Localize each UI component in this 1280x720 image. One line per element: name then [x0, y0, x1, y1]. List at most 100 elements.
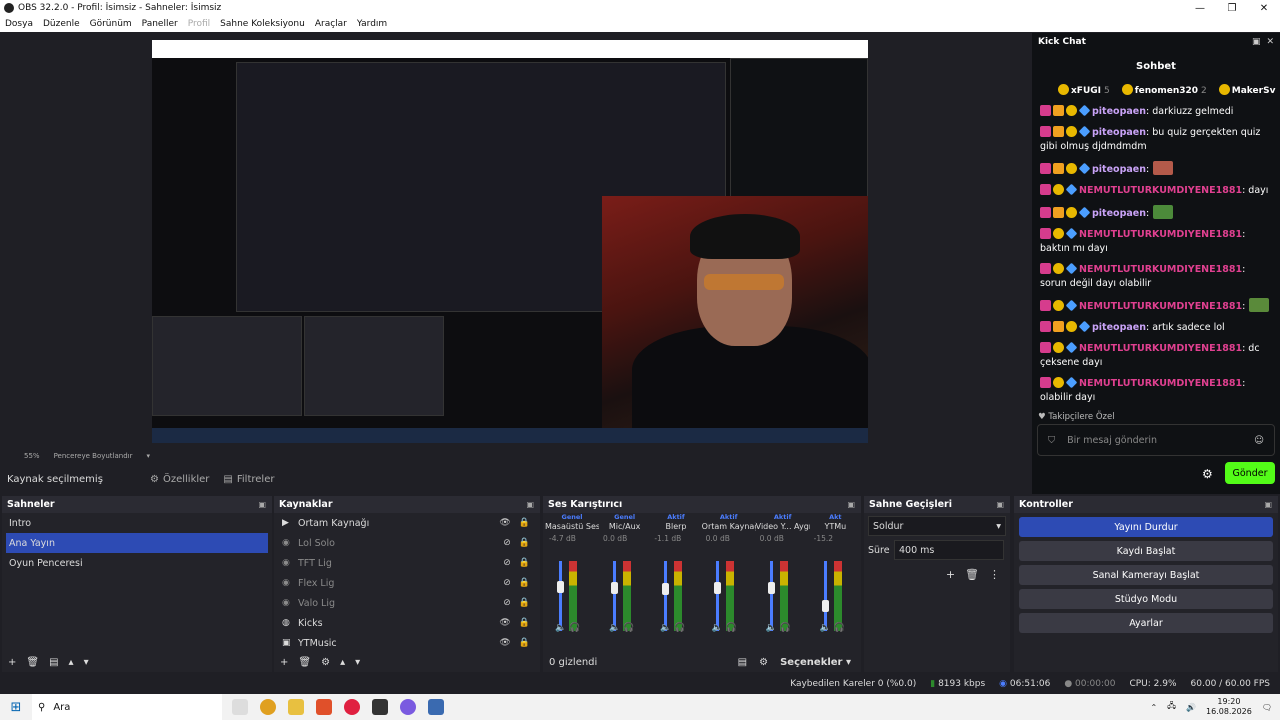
tray-chevron-icon[interactable]: ⌃ — [1150, 703, 1157, 712]
add-icon[interactable]: + — [946, 568, 955, 581]
gear-icon[interactable]: ⚙ — [759, 657, 768, 668]
speaker-icon[interactable]: 🔈 — [820, 623, 831, 633]
trash-icon[interactable]: 🗑 — [965, 568, 979, 581]
chat-username[interactable]: piteopaen — [1092, 208, 1146, 219]
menu-item-2[interactable]: Görünüm — [85, 19, 137, 29]
media-player-icon[interactable] — [344, 699, 360, 715]
down-icon[interactable]: ▾ — [355, 657, 360, 668]
volume-fader[interactable] — [664, 561, 668, 631]
lock-icon[interactable]: 🔒 — [519, 538, 530, 548]
speaker-icon[interactable]: 🔈 — [555, 623, 566, 633]
lock-icon[interactable]: 🔒 — [519, 518, 530, 528]
headphones-icon[interactable]: 🎧 — [620, 623, 634, 633]
minimize-button[interactable]: — — [1184, 3, 1216, 14]
eye-off-icon[interactable]: ⊘ — [503, 578, 511, 588]
volume-fader[interactable] — [769, 561, 773, 631]
headphones-icon[interactable]: 🎧 — [672, 623, 685, 633]
taskbar-search[interactable]: ⚲ Ara — [32, 694, 222, 720]
fader-knob[interactable] — [713, 582, 721, 594]
layout-icon[interactable]: ▤ — [738, 657, 747, 668]
menu-item-6[interactable]: Araçlar — [310, 19, 352, 29]
chrome-icon[interactable] — [260, 699, 276, 715]
add-icon[interactable]: + — [280, 657, 288, 668]
down-icon[interactable]: ▾ — [84, 657, 89, 668]
float-icon[interactable]: ▣ — [996, 500, 1010, 509]
volume-fader[interactable] — [559, 561, 562, 631]
maximize-button[interactable]: ❐ — [1216, 3, 1248, 14]
headphones-icon[interactable]: 🎧 — [566, 623, 580, 633]
source-item[interactable]: ▶ Ortam Kaynağı 👁 🔒 — [274, 513, 540, 533]
windows-start-icon[interactable]: ⊞ — [0, 700, 32, 715]
leaderboard-entry[interactable]: fenomen320 2 — [1121, 84, 1207, 96]
menu-item-5[interactable]: Sahne Koleksiyonu — [215, 19, 310, 29]
scale-mode[interactable]: Pencereye Boyutlandır — [54, 452, 133, 460]
speaker-icon[interactable]: 🔈 — [660, 623, 671, 633]
close-icon[interactable]: ✕ — [1266, 37, 1274, 47]
control-button[interactable]: Stüdyo Modu — [1019, 589, 1273, 609]
eye-off-icon[interactable]: ⊘ — [503, 558, 511, 568]
chat-username[interactable]: NEMUTLUTURKUMDIYENE1881 — [1079, 301, 1242, 312]
speaker-icon[interactable]: 🔈 — [609, 623, 620, 633]
fader-knob[interactable] — [611, 582, 618, 594]
volume-icon[interactable]: 🔊 — [1186, 703, 1196, 712]
chat-username[interactable]: NEMUTLUTURKUMDIYENE1881 — [1079, 185, 1242, 196]
notification-icon[interactable]: 🗨 — [1262, 703, 1272, 712]
speaker-icon[interactable]: 🔈 — [712, 623, 723, 633]
close-button[interactable]: ✕ — [1248, 3, 1280, 14]
eye-icon[interactable]: 👁 — [499, 518, 510, 528]
menu-item-1[interactable]: Düzenle — [38, 19, 85, 29]
scene-item[interactable]: Ana Yayın — [6, 533, 268, 553]
chat-username[interactable]: piteopaen — [1092, 106, 1146, 117]
task-view-icon[interactable] — [232, 699, 248, 715]
scene-item[interactable]: Oyun Penceresi — [2, 553, 272, 573]
menu-item-0[interactable]: Dosya — [0, 19, 38, 29]
obs-taskbar-icon[interactable] — [372, 699, 388, 715]
fader-knob[interactable] — [662, 583, 670, 596]
eye-icon[interactable]: 👁 — [499, 618, 510, 628]
control-button[interactable]: Sanal Kamerayı Başlat — [1019, 565, 1273, 585]
network-icon[interactable]: 🖧 — [1167, 700, 1176, 714]
volume-fader[interactable] — [715, 561, 719, 631]
chat-username[interactable]: NEMUTLUTURKUMDIYENE1881 — [1079, 229, 1242, 240]
lock-icon[interactable]: 🔒 — [519, 558, 530, 568]
float-icon[interactable]: ▣ — [258, 500, 272, 509]
float-icon[interactable]: ▣ — [1264, 500, 1278, 509]
up-icon[interactable]: ▴ — [69, 657, 74, 668]
source-item[interactable]: ◉ TFT Lig ⊘ 🔒 — [274, 553, 540, 573]
float-icon[interactable]: ▣ — [1252, 37, 1261, 47]
up-icon[interactable]: ▴ — [340, 657, 345, 668]
headphones-icon[interactable]: 🎧 — [723, 623, 737, 633]
eye-off-icon[interactable]: ⊘ — [503, 598, 511, 608]
fader-knob[interactable] — [767, 582, 775, 594]
chat-username[interactable]: NEMUTLUTURKUMDIYENE1881 — [1079, 343, 1242, 354]
gear-icon[interactable]: ⚙ — [321, 657, 330, 668]
float-icon[interactable]: ▣ — [526, 500, 540, 509]
app-icon[interactable] — [428, 699, 444, 715]
headphones-icon[interactable]: 🎧 — [831, 623, 845, 633]
brave-icon[interactable] — [316, 699, 332, 715]
eye-off-icon[interactable]: ⊘ — [503, 538, 511, 548]
speaker-icon[interactable]: 🔈 — [766, 623, 777, 633]
headphones-icon[interactable]: 🎧 — [777, 623, 791, 633]
float-icon[interactable]: ▣ — [847, 500, 861, 509]
add-icon[interactable]: + — [8, 657, 16, 668]
chat-username[interactable]: piteopaen — [1092, 322, 1146, 333]
discord-icon[interactable] — [400, 699, 416, 715]
duration-input[interactable]: 400 ms — [894, 540, 1004, 560]
source-item[interactable]: ◉ Valo Lig ⊘ 🔒 — [274, 593, 540, 613]
chat-username[interactable]: NEMUTLUTURKUMDIYENE1881 — [1079, 378, 1242, 389]
zoom-level[interactable]: 55% — [24, 452, 40, 460]
chat-username[interactable]: piteopaen — [1092, 127, 1146, 138]
volume-fader[interactable] — [613, 561, 616, 631]
control-button[interactable]: Yayını Durdur — [1019, 517, 1273, 537]
chevron-down-icon[interactable]: ▾ — [146, 452, 150, 460]
leaderboard-entry[interactable]: xFUGI 5 — [1058, 84, 1110, 96]
lock-icon[interactable]: 🔒 — [519, 598, 530, 608]
lock-icon[interactable]: 🔒 — [519, 618, 530, 628]
eye-icon[interactable]: 👁 — [499, 638, 510, 648]
transition-select[interactable]: Soldur ▾ — [868, 516, 1006, 536]
filters-button[interactable]: ▤ Filtreler — [223, 474, 274, 485]
source-item[interactable]: ◉ Lol Solo ⊘ 🔒 — [274, 533, 540, 553]
leaderboard-entry[interactable]: MakerSv — [1218, 84, 1279, 96]
lock-icon[interactable]: 🔒 — [519, 638, 530, 648]
